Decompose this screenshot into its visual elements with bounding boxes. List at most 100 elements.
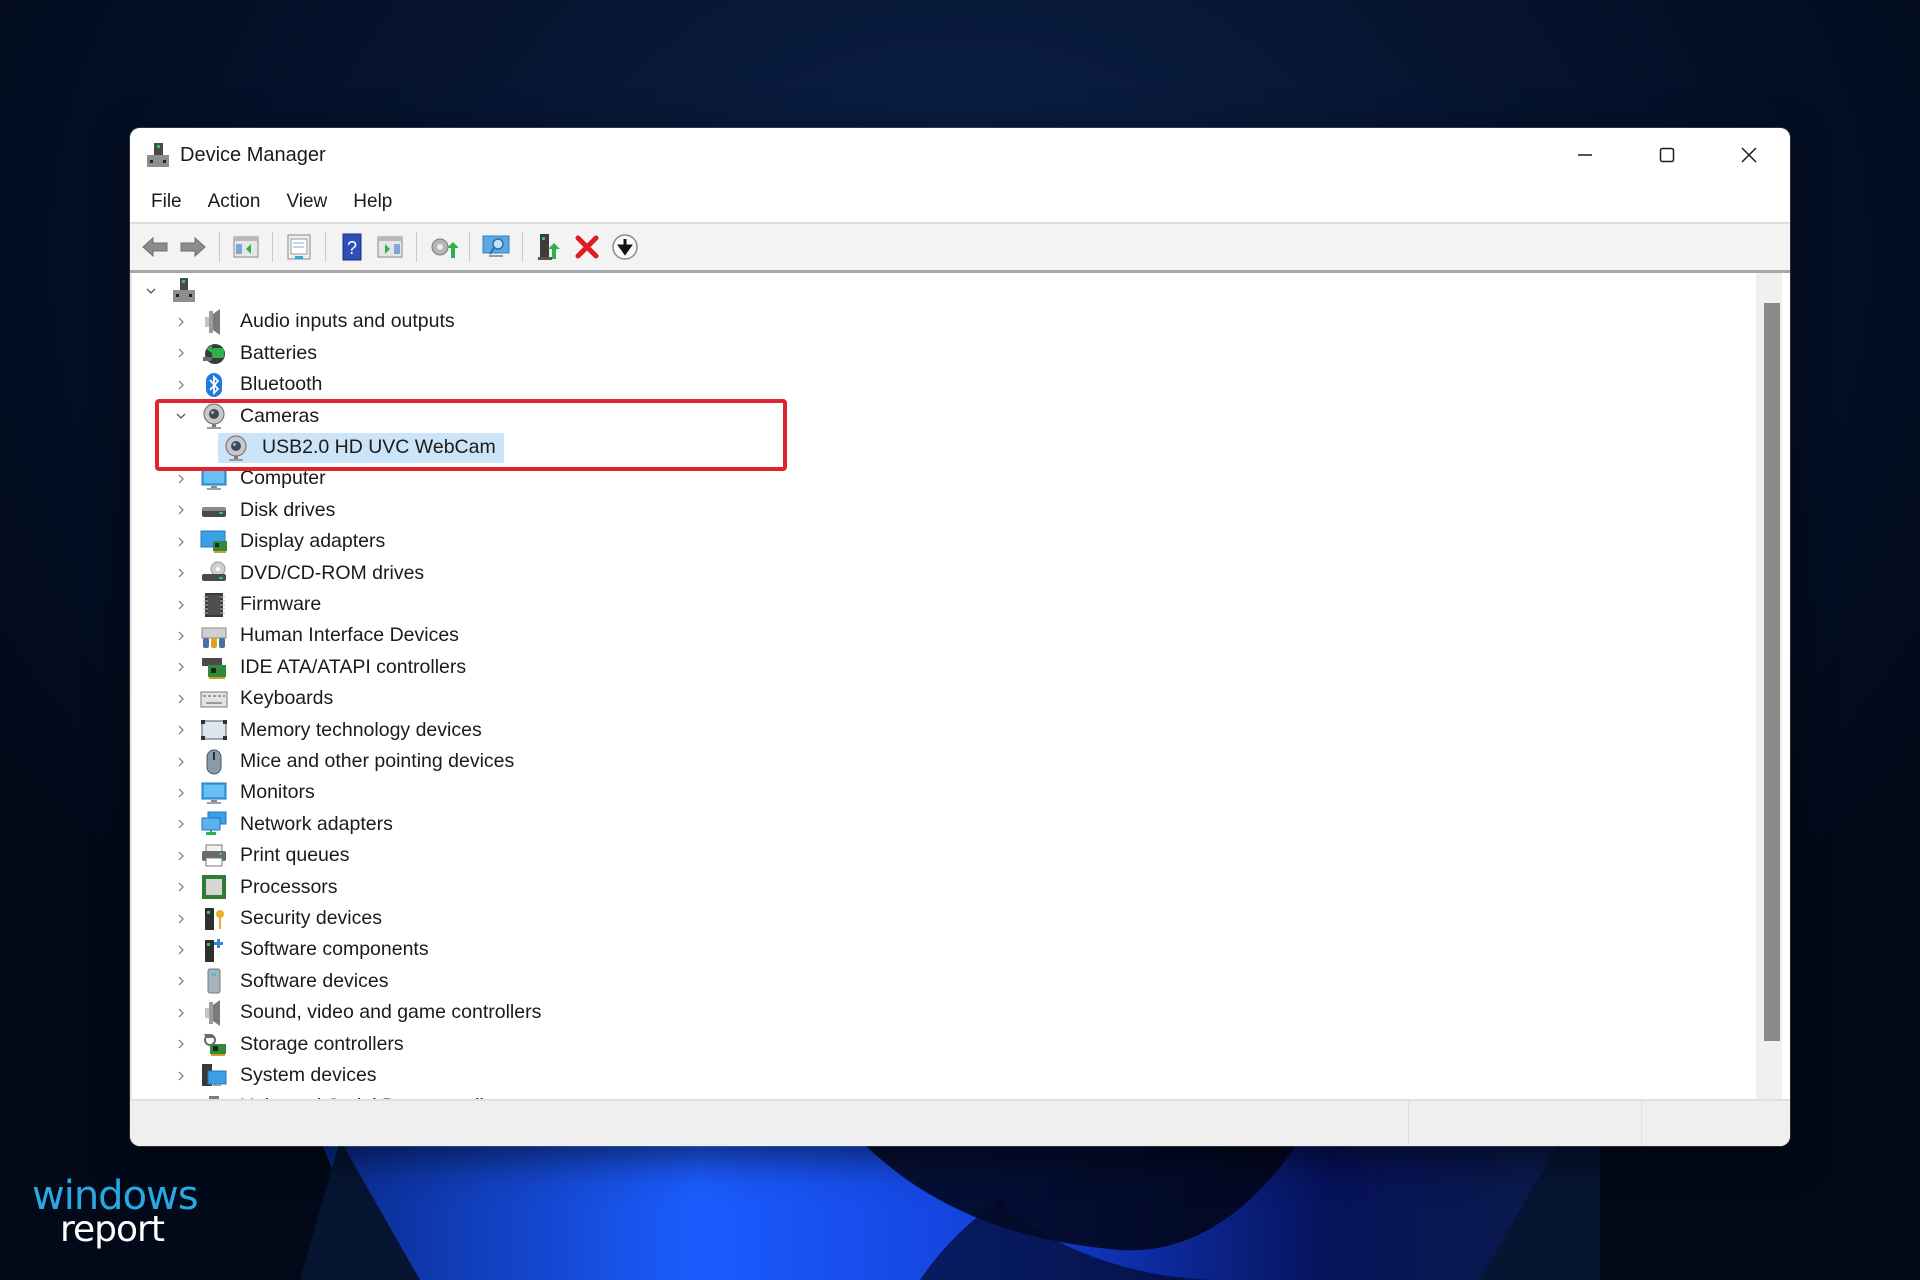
tree-category-cameras[interactable]: Cameras (174, 401, 323, 432)
hid-icon (200, 622, 228, 650)
tree-category-batteries[interactable]: Batteries (174, 338, 321, 369)
tree-category-memory-technology-devices[interactable]: Memory technology devices (174, 715, 486, 746)
forward-button[interactable] (174, 230, 212, 264)
properties-button[interactable] (280, 230, 318, 264)
tree-category-firmware[interactable]: Firmware (174, 589, 325, 620)
chevron-right-icon[interactable] (174, 912, 188, 926)
menu-bar: File Action View Help (130, 182, 1790, 224)
tree-item-label: Security devices (240, 907, 382, 929)
status-pane-3 (1642, 1101, 1790, 1146)
tree-category-computer[interactable]: Computer (174, 463, 330, 494)
tree-category-sound-video-and-game-controllers[interactable]: Sound, video and game controllers (174, 997, 545, 1028)
chevron-right-icon[interactable] (174, 1069, 188, 1083)
minimize-button[interactable] (1544, 128, 1626, 182)
tree-category-dvd-cd-rom-drives[interactable]: DVD/CD-ROM drives (174, 558, 428, 589)
toolbar-separator (469, 232, 470, 262)
chevron-right-icon[interactable] (174, 974, 188, 988)
tree-category-security-devices[interactable]: Security devices (174, 903, 386, 934)
svg-text:?: ? (347, 238, 357, 258)
disk-drive-icon (200, 496, 228, 524)
chevron-right-icon[interactable] (174, 723, 188, 737)
chevron-right-icon[interactable] (174, 849, 188, 863)
chevron-down-icon[interactable] (144, 284, 158, 298)
toolbar-separator (272, 232, 273, 262)
tree-category-software-components[interactable]: Software components (174, 934, 433, 965)
chevron-right-icon[interactable] (174, 346, 188, 360)
tree-category-audio-inputs-and-outputs[interactable]: Audio inputs and outputs (174, 306, 459, 337)
tree-category-keyboards[interactable]: Keyboards (174, 683, 337, 714)
dvd-drive-icon (200, 559, 228, 587)
tree-category-processors[interactable]: Processors (174, 872, 342, 903)
tree-root[interactable] (144, 275, 206, 306)
chevron-right-icon[interactable] (174, 786, 188, 800)
tree-category-monitors[interactable]: Monitors (174, 777, 319, 808)
chevron-right-icon[interactable] (174, 943, 188, 957)
show-action-pane-button[interactable] (371, 230, 409, 264)
add-legacy-hardware-button[interactable] (530, 230, 568, 264)
maximize-button[interactable] (1626, 128, 1708, 182)
uninstall-device-button[interactable] (568, 230, 606, 264)
tree-category-storage-controllers[interactable]: Storage controllers (174, 1029, 408, 1060)
chevron-right-icon[interactable] (174, 535, 188, 549)
chevron-right-icon[interactable] (174, 1037, 188, 1051)
tree-category-network-adapters[interactable]: Network adapters (174, 809, 397, 840)
disable-device-icon (612, 234, 638, 260)
tree-category-print-queues[interactable]: Print queues (174, 840, 354, 871)
tree-item-label: Display adapters (240, 530, 386, 553)
chevron-right-icon[interactable] (174, 1006, 188, 1020)
tree-category-mice-and-other-pointing-devices[interactable]: Mice and other pointing devices (174, 746, 518, 777)
tree-item-label: Software devices (240, 969, 389, 992)
chevron-right-icon[interactable] (174, 503, 188, 517)
update-driver-button[interactable] (424, 230, 462, 264)
close-button[interactable] (1708, 128, 1790, 182)
tree-category-disk-drives[interactable]: Disk drives (174, 495, 339, 526)
tree-category-ide-ata-atapi-controllers[interactable]: IDE ATA/ATAPI controllers (174, 652, 470, 683)
device-item-usb2-0-hd-uvc-webcam[interactable]: USB2.0 HD UVC WebCam (204, 432, 504, 463)
tree-item-label: Mice and other pointing devices (240, 750, 515, 772)
computer-root-icon (170, 277, 198, 305)
tree-category-display-adapters[interactable]: Display adapters (174, 526, 389, 557)
chevron-right-icon[interactable] (174, 315, 188, 329)
menu-file[interactable]: File (142, 187, 191, 217)
chevron-right-icon[interactable] (174, 692, 188, 706)
selection-highlight[interactable]: USB2.0 HD UVC WebCam (218, 432, 504, 463)
vertical-scrollbar[interactable] (1756, 273, 1782, 1100)
tree-item-label: Print queues (240, 844, 350, 867)
chevron-right-icon[interactable] (174, 566, 188, 580)
scan-hardware-changes-button[interactable] (477, 230, 515, 264)
tree-item-label: DVD/CD-ROM drives (240, 561, 425, 584)
speaker-icon (200, 308, 228, 336)
toolbar: ? (130, 224, 1790, 273)
tree-category-system-devices[interactable]: System devices (174, 1060, 381, 1091)
chevron-right-icon[interactable] (174, 880, 188, 894)
chevron-right-icon[interactable] (174, 817, 188, 831)
status-pane-2 (1409, 1101, 1642, 1146)
chevron-right-icon[interactable] (174, 378, 188, 392)
menu-view[interactable]: View (277, 187, 336, 217)
show-hide-console-tree-button[interactable] (227, 230, 265, 264)
chevron-right-icon[interactable] (174, 660, 188, 674)
menu-action[interactable]: Action (199, 187, 270, 217)
title-bar[interactable]: Device Manager (130, 128, 1790, 182)
toolbar-separator (522, 232, 523, 262)
monitor-icon (200, 779, 228, 807)
status-bar (130, 1099, 1790, 1146)
back-button[interactable] (136, 230, 174, 264)
disable-device-button[interactable] (606, 230, 644, 264)
chevron-right-icon[interactable] (174, 472, 188, 486)
tree-category-human-interface-devices[interactable]: Human Interface Devices (174, 620, 463, 651)
help-button[interactable]: ? (333, 230, 371, 264)
chevron-right-icon[interactable] (174, 629, 188, 643)
tree-item-label: Disk drives (240, 498, 336, 521)
tree-category-software-devices[interactable]: Software devices (174, 966, 393, 997)
chevron-right-icon[interactable] (174, 598, 188, 612)
scrollbar-thumb[interactable] (1764, 303, 1780, 1041)
menu-help[interactable]: Help (344, 187, 401, 217)
chevron-right-icon[interactable] (174, 755, 188, 769)
chevron-down-icon[interactable] (174, 409, 188, 423)
minimize-icon (1578, 154, 1592, 156)
device-tree[interactable]: Audio inputs and outputs Batteries Bluetoo… (130, 273, 1790, 1117)
close-icon (1741, 147, 1757, 163)
uninstall-device-icon (575, 235, 599, 259)
tree-category-bluetooth[interactable]: Bluetooth (174, 369, 326, 400)
